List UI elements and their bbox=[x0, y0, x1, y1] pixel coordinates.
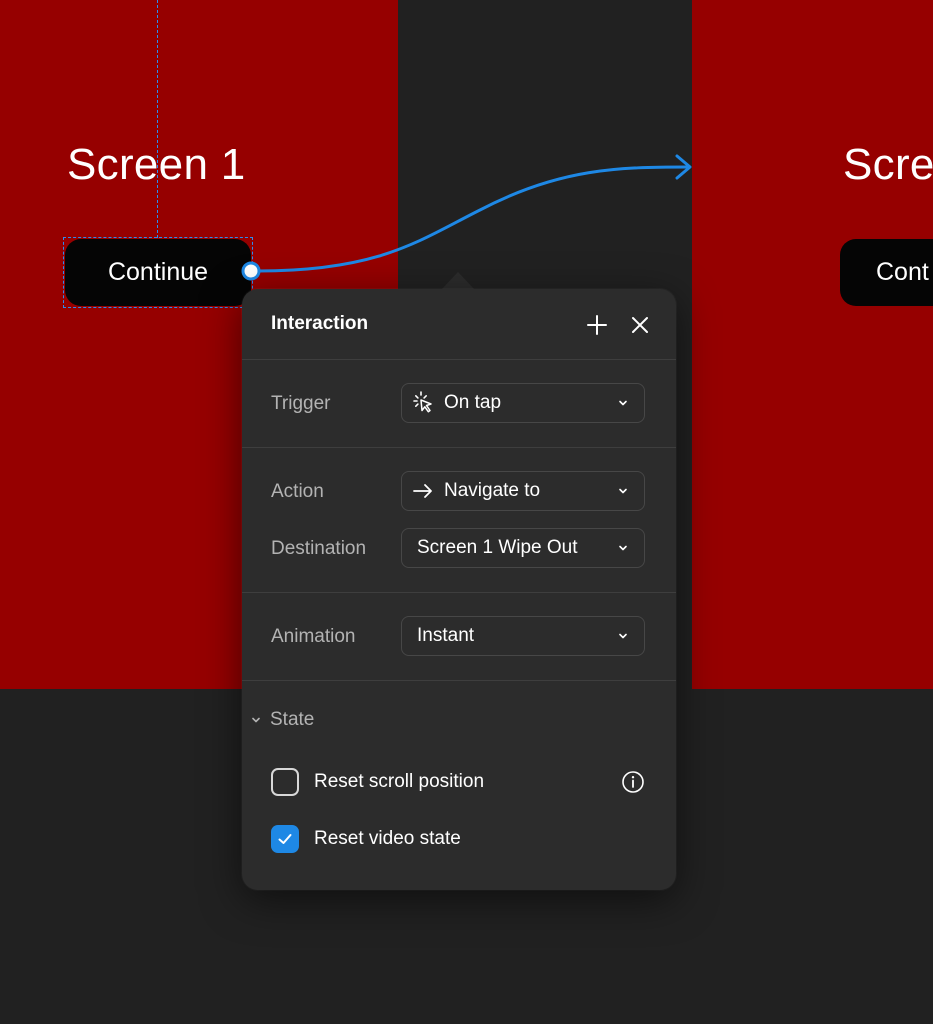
chevron-down-icon bbox=[619, 400, 627, 406]
destination-value: Screen 1 Wipe Out bbox=[417, 537, 578, 558]
arrow-right-icon bbox=[410, 478, 436, 504]
divider bbox=[242, 592, 676, 593]
chevron-down-icon bbox=[619, 633, 627, 639]
animation-value: Instant bbox=[417, 625, 475, 646]
divider bbox=[242, 680, 676, 681]
reset-scroll-label[interactable]: Reset scroll position bbox=[314, 771, 484, 793]
plus-icon[interactable] bbox=[583, 311, 611, 339]
destination-label: Destination bbox=[271, 538, 367, 559]
trigger-value: On tap bbox=[444, 392, 502, 413]
panel-title: Interaction bbox=[271, 313, 369, 334]
connection-path bbox=[256, 165, 690, 273]
reset-video-checkbox[interactable] bbox=[271, 825, 299, 853]
divider bbox=[242, 359, 676, 360]
interaction-panel: Interaction Trigger On tap Action Naviga… bbox=[242, 289, 676, 890]
panel-pointer bbox=[441, 272, 475, 290]
action-value: Navigate to bbox=[444, 480, 541, 501]
reset-video-label[interactable]: Reset video state bbox=[314, 828, 461, 850]
reset-scroll-checkbox[interactable] bbox=[271, 768, 299, 796]
chevron-down-icon bbox=[619, 545, 627, 551]
animation-label: Animation bbox=[271, 626, 356, 647]
checkmark-icon bbox=[278, 834, 292, 844]
state-label: State bbox=[270, 709, 315, 730]
tap-icon bbox=[410, 390, 436, 416]
info-icon[interactable] bbox=[621, 770, 645, 794]
action-dropdown[interactable]: Navigate to bbox=[401, 471, 645, 511]
destination-dropdown[interactable]: Screen 1 Wipe Out bbox=[401, 528, 645, 568]
trigger-label: Trigger bbox=[271, 393, 331, 414]
connection-handle bbox=[241, 261, 261, 281]
divider bbox=[242, 447, 676, 448]
chevron-down-icon bbox=[619, 488, 627, 494]
action-label: Action bbox=[271, 481, 324, 502]
animation-dropdown[interactable]: Instant bbox=[401, 616, 645, 656]
trigger-dropdown[interactable]: On tap bbox=[401, 383, 645, 423]
state-section-toggle[interactable]: State bbox=[250, 709, 314, 731]
chevron-down-icon bbox=[252, 717, 260, 723]
close-icon[interactable] bbox=[626, 311, 654, 339]
